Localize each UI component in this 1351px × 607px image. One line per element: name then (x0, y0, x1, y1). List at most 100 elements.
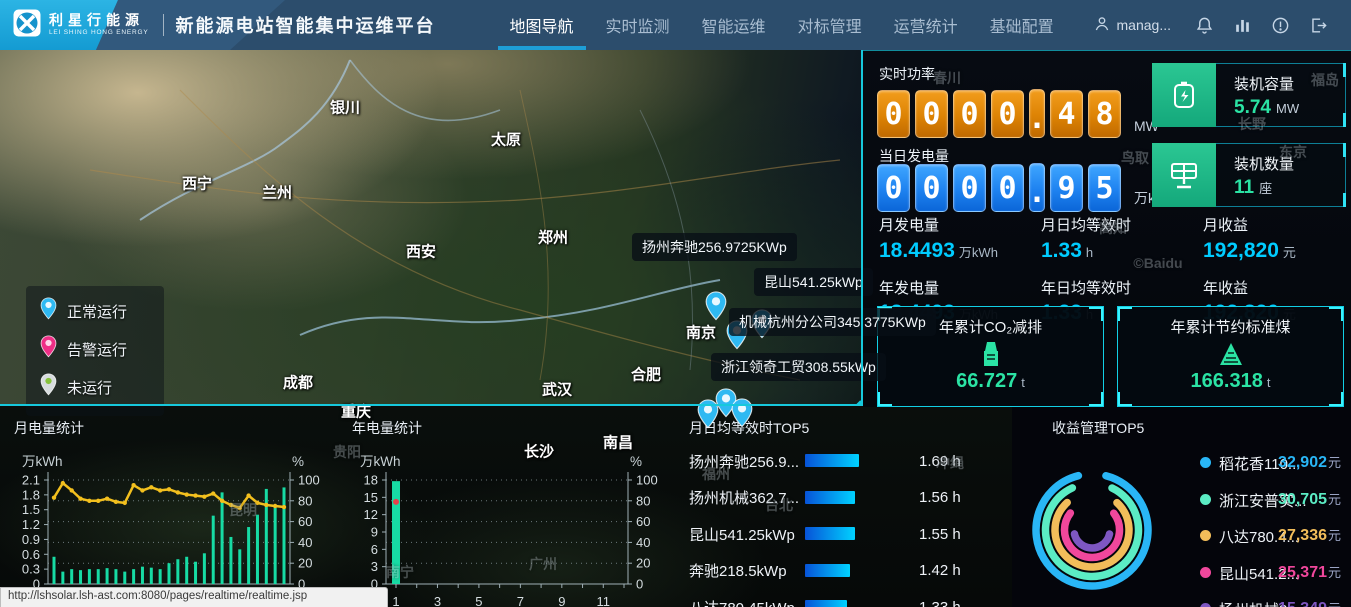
legend-label: 未运行 (67, 377, 112, 398)
realtime-power-value: 0000.48MW (877, 89, 1159, 138)
svg-text:20: 20 (636, 556, 650, 571)
browser-status-bar: http://lshsolar.lsh-ast.com:8080/pages/r… (0, 587, 388, 607)
revenue-dot (1200, 603, 1211, 607)
legend-pin-icon (40, 335, 57, 363)
company-logo-icon (12, 8, 42, 43)
user-icon (1093, 15, 1111, 36)
svg-text:18: 18 (364, 473, 378, 488)
stat-unit: 元 (1283, 245, 1296, 260)
equiv-bar (805, 527, 855, 540)
nav-item-6[interactable]: 基础配置 (974, 0, 1070, 50)
nav-item-2[interactable]: 实时监测 (590, 0, 686, 50)
digit-cell: 5 (1088, 164, 1121, 212)
stat-unit: 万kWh (959, 245, 998, 260)
title-divider (163, 14, 164, 36)
equivalent-hours-top5-panel: 月日均等效时TOP5 扬州奔驰256.9...1.69 h扬州机械362.7..… (675, 406, 1012, 607)
svg-text:7: 7 (517, 594, 524, 607)
revenue-dot (1200, 494, 1211, 505)
co2-reduction-label: 年累计CO₂减排 (878, 316, 1103, 337)
svg-text:9: 9 (371, 525, 378, 540)
user-menu[interactable]: manag... (1093, 15, 1171, 36)
nav-item-4[interactable]: 对标管理 (782, 0, 878, 50)
capacity-unit: MW (1276, 101, 1299, 116)
legend-pin-icon (40, 297, 57, 325)
stat-value: 1.33h (1041, 239, 1093, 263)
svg-text:万kWh: 万kWh (22, 454, 63, 469)
svg-text:100: 100 (636, 473, 658, 488)
statistics-button[interactable] (1223, 16, 1261, 35)
map-right-separator (861, 50, 863, 406)
stat-label: 年日均等效时 (1041, 277, 1131, 298)
revenue-value: 27,336元 (1278, 525, 1341, 545)
notifications-button[interactable] (1185, 16, 1223, 35)
svg-text:80: 80 (298, 493, 312, 508)
monthly-energy-chart-panel: 月电量统计 00.30.60.91.21.51.82.1020406080100… (0, 406, 338, 607)
map-bottom-separator (0, 404, 862, 406)
co2-reduction-card: 年累计CO₂减排 66.727t (877, 306, 1104, 407)
digit-cell: 4 (1050, 90, 1083, 138)
station-pin[interactable] (751, 309, 774, 344)
capacity-value: 5.74 (1234, 97, 1271, 118)
revenue-top5-title: 收益管理TOP5 (1052, 418, 1144, 438)
svg-text:40: 40 (636, 535, 650, 550)
digit-cell: 0 (991, 90, 1024, 138)
equiv-value: 1.69 h (919, 453, 961, 470)
daily-energy-value: 0000.95万kWh (877, 163, 1176, 212)
kpi-panel: 实时功率 0000.48MW 当日发电量 0000.95万kWh 装机容量 5.… (863, 50, 1351, 407)
solar-panel-icon (1152, 143, 1216, 207)
digit-cell: 0 (915, 164, 948, 212)
revenue-unit: 元 (1328, 565, 1341, 580)
coal-saving-card: 年累计节约标准煤 166.318t (1117, 306, 1344, 407)
revenue-dot (1200, 457, 1211, 468)
equiv-station-name: 扬州奔驰256.9... (689, 451, 799, 472)
dashboard-root: 利星行能源 LEI SHING HONG ENERGY 新能源电站智能集中运维平… (0, 0, 1351, 607)
digit-dot-cell: . (1029, 89, 1045, 138)
svg-text:9: 9 (558, 594, 565, 607)
svg-text:3: 3 (434, 594, 441, 607)
digit-cell: 9 (1050, 164, 1083, 212)
station-pin[interactable] (705, 291, 728, 326)
equiv-bar (805, 491, 855, 504)
coal-saving-unit: t (1267, 375, 1271, 390)
svg-text:60: 60 (298, 514, 312, 529)
count-unit: 座 (1259, 181, 1272, 196)
revenue-top5-row: 浙江安普实...30,705元 (1012, 489, 1351, 511)
revenue-unit: 元 (1328, 528, 1341, 543)
bell-icon (1195, 16, 1214, 35)
count-value: 11 (1234, 177, 1254, 198)
stat-label: 月发电量 (879, 214, 939, 235)
nav-item-3[interactable]: 智能运维 (686, 0, 782, 50)
about-button[interactable] (1261, 16, 1299, 35)
revenue-dot (1200, 567, 1211, 578)
svg-text:0: 0 (636, 577, 643, 592)
legend-pin-icon (40, 373, 57, 401)
equiv-bar (805, 600, 847, 607)
svg-text:0.3: 0.3 (22, 562, 40, 577)
digit-cell: 0 (877, 164, 910, 212)
svg-text:80: 80 (636, 493, 650, 508)
logout-button[interactable] (1299, 16, 1337, 35)
equiv-value: 1.56 h (919, 489, 961, 506)
digit-cell: 0 (991, 164, 1024, 212)
equiv-bar (805, 564, 850, 577)
equiv-top5-row: 昆山541.25kWp1.55 h (675, 523, 1012, 545)
user-name: manag... (1117, 17, 1171, 33)
nav-item-5[interactable]: 运营统计 (878, 0, 974, 50)
revenue-top5-row: 扬州机械3...15,349元 (1012, 598, 1351, 607)
svg-text:2.1: 2.1 (22, 473, 40, 488)
coal-saving-label: 年累计节约标准煤 (1118, 316, 1343, 337)
logout-icon (1309, 16, 1328, 35)
monthly-energy-chart-title: 月电量统计 (14, 418, 84, 438)
status-url: http://lshsolar.lsh-ast.com:8080/pages/r… (8, 590, 307, 602)
equiv-top5-row: 八达780.45kWp1.33 h (675, 596, 1012, 607)
digit-cell: 0 (877, 90, 910, 138)
realtime-power-label: 实时功率 (879, 64, 935, 84)
equiv-station-name: 奔驰218.5kWp (689, 560, 787, 581)
count-label: 装机数量 (1234, 153, 1345, 174)
equiv-station-name: 八达780.45kWp (689, 597, 795, 607)
nav-item-1[interactable]: 地图导航 (494, 0, 590, 50)
revenue-value: 25,371元 (1278, 562, 1341, 582)
station-pin[interactable] (726, 320, 749, 355)
digit-cell: 0 (953, 90, 986, 138)
map-status-legend: 正常运行告警运行未运行 (26, 286, 164, 416)
